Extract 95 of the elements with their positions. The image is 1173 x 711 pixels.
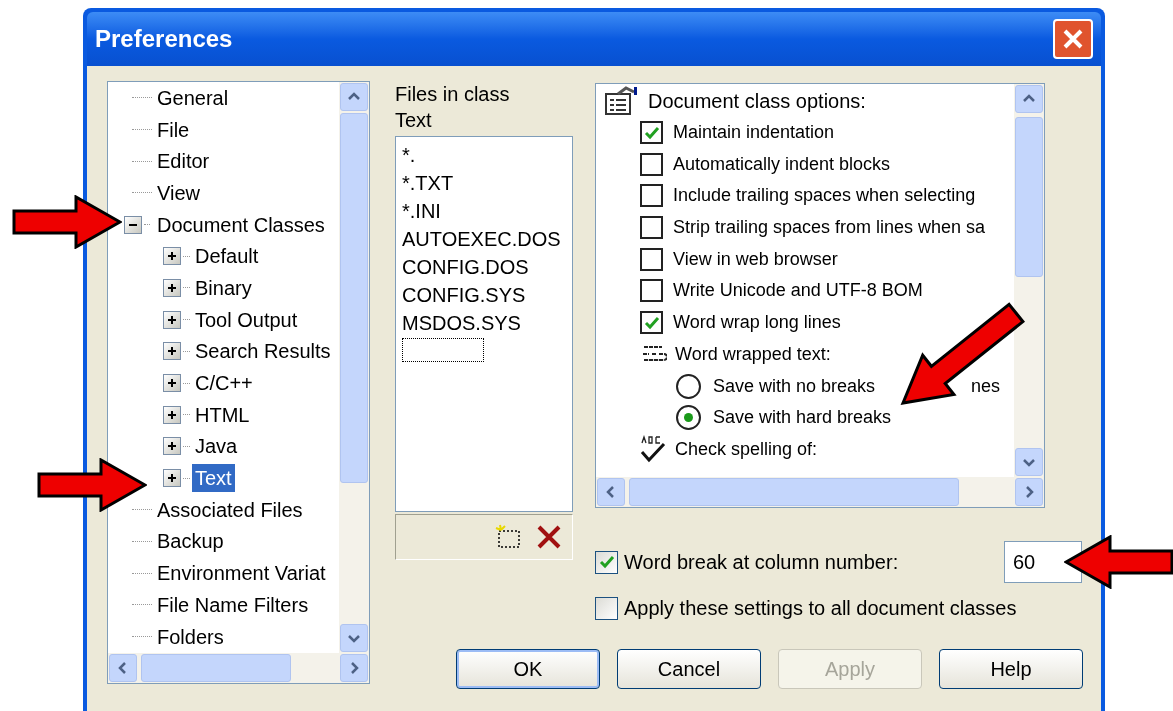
delete-icon[interactable] — [536, 524, 562, 550]
scroll-thumb[interactable] — [1015, 117, 1043, 277]
scroll-left-button[interactable] — [597, 478, 625, 506]
expand-toggle[interactable] — [163, 310, 181, 329]
tree-item[interactable]: Backup — [154, 527, 227, 556]
plus-icon — [166, 281, 178, 294]
tree-item[interactable]: Default — [192, 242, 262, 271]
option-label: Automatically indent blocks — [673, 152, 891, 176]
checkmark-icon — [598, 555, 615, 569]
option-label: View in web browser — [673, 247, 838, 271]
options-heading: Document class options: — [648, 88, 866, 114]
option-label: Save with no breaks — [713, 374, 876, 398]
tree-item[interactable]: General — [154, 83, 232, 112]
column-number-field[interactable]: 60 — [1004, 541, 1082, 583]
collapse-toggle[interactable] — [124, 215, 142, 234]
checkmark-icon — [643, 315, 660, 330]
option-label-end: nes — [971, 374, 1001, 398]
files-label: Files in class Text — [395, 82, 511, 133]
option-label: Maintain indentation — [673, 121, 835, 145]
file-entry[interactable]: *. — [402, 141, 566, 169]
tree-item[interactable]: File — [154, 115, 193, 144]
tree-item[interactable]: Associated Files — [154, 495, 306, 524]
spell-check-icon — [640, 435, 667, 464]
dialog-button[interactable]: Cancel — [617, 649, 761, 689]
expand-toggle[interactable] — [163, 374, 181, 393]
file-entry[interactable]: CONFIG.SYS — [402, 281, 566, 309]
tree-item[interactable]: Folders — [154, 622, 227, 651]
tree-item[interactable]: Editor — [154, 147, 213, 176]
tree-item[interactable]: Document Classes — [154, 210, 328, 239]
scroll-up-button[interactable] — [1015, 85, 1043, 113]
scroll-right-button[interactable] — [340, 654, 368, 682]
tree-item[interactable]: Tool Output — [192, 305, 301, 334]
apply-all-label: Apply these settings to all document classes — [624, 596, 1017, 621]
tree-item[interactable]: Search Results — [192, 337, 334, 366]
option-label: Write Unicode and UTF-8 BOM — [673, 279, 923, 303]
close-icon — [1062, 28, 1084, 50]
radio-button[interactable] — [676, 373, 701, 399]
file-entry[interactable]: *.INI — [402, 197, 566, 225]
file-entry[interactable]: MSDOS.SYS — [402, 309, 566, 337]
file-entry[interactable]: AUTOEXEC.DOS — [402, 225, 566, 253]
scroll-thumb[interactable] — [340, 113, 368, 483]
plus-icon — [166, 345, 178, 358]
radio-button[interactable] — [676, 405, 701, 431]
option-label: Word wrap long lines — [673, 311, 841, 335]
expand-toggle[interactable] — [163, 405, 181, 424]
new-item-icon[interactable] — [494, 524, 522, 550]
tree-item[interactable]: Environment Variat — [154, 559, 329, 588]
expand-toggle[interactable] — [163, 278, 181, 297]
plus-icon — [166, 440, 178, 453]
scroll-thumb[interactable] — [629, 478, 959, 506]
dialog-button[interactable]: OK — [456, 649, 600, 689]
scroll-thumb[interactable] — [141, 654, 291, 682]
plus-icon — [166, 377, 178, 390]
tree-item[interactable]: File Name Filters — [154, 590, 312, 619]
plus-icon — [166, 250, 178, 263]
checkbox[interactable] — [640, 121, 663, 145]
checkbox[interactable] — [640, 279, 663, 303]
expand-toggle[interactable] — [163, 469, 181, 488]
tree-item[interactable]: Text — [192, 464, 235, 493]
dialog-button[interactable]: Help — [939, 649, 1083, 689]
scroll-up-button[interactable] — [340, 83, 368, 111]
checkbox[interactable] — [640, 247, 663, 271]
checkbox[interactable] — [640, 311, 663, 335]
expand-toggle[interactable] — [163, 247, 181, 266]
tree-item[interactable]: Java — [192, 432, 241, 461]
option-group-label: Check spelling of: — [675, 437, 818, 461]
tree-item[interactable]: View — [154, 178, 203, 207]
checkbox[interactable] — [595, 550, 618, 574]
plus-icon — [166, 313, 178, 326]
new-entry-field[interactable] — [402, 338, 484, 362]
word-break-label: Word break at column number: — [624, 550, 899, 575]
checkbox[interactable] — [640, 184, 663, 208]
option-label: Strip trailing spaces from lines when sa — [673, 216, 986, 240]
tree-item[interactable]: HTML — [192, 400, 253, 429]
plus-icon — [166, 408, 178, 421]
expand-toggle[interactable] — [163, 342, 181, 361]
scroll-left-button[interactable] — [109, 654, 137, 682]
file-entry[interactable]: CONFIG.DOS — [402, 253, 566, 281]
scroll-down-button[interactable] — [340, 624, 368, 652]
tree-item[interactable]: Binary — [192, 273, 255, 302]
checkbox[interactable] — [595, 596, 618, 620]
plus-icon — [166, 472, 178, 485]
checkmark-icon — [643, 125, 660, 140]
file-entry[interactable]: *.TXT — [402, 169, 566, 197]
checkbox[interactable] — [640, 216, 663, 240]
tree-item[interactable]: C/C++ — [192, 369, 256, 398]
checkbox[interactable] — [640, 152, 663, 176]
option-label: Save with hard breaks — [713, 406, 892, 430]
close-button[interactable] — [1053, 19, 1093, 59]
expand-toggle[interactable] — [163, 437, 181, 456]
option-label: Include trailing spaces when selecting — [673, 184, 976, 208]
scroll-right-button[interactable] — [1015, 478, 1043, 506]
option-group-label: Word wrapped text: — [675, 342, 831, 366]
window-title: Preferences — [95, 24, 233, 54]
scroll-down-button[interactable] — [1015, 448, 1043, 476]
